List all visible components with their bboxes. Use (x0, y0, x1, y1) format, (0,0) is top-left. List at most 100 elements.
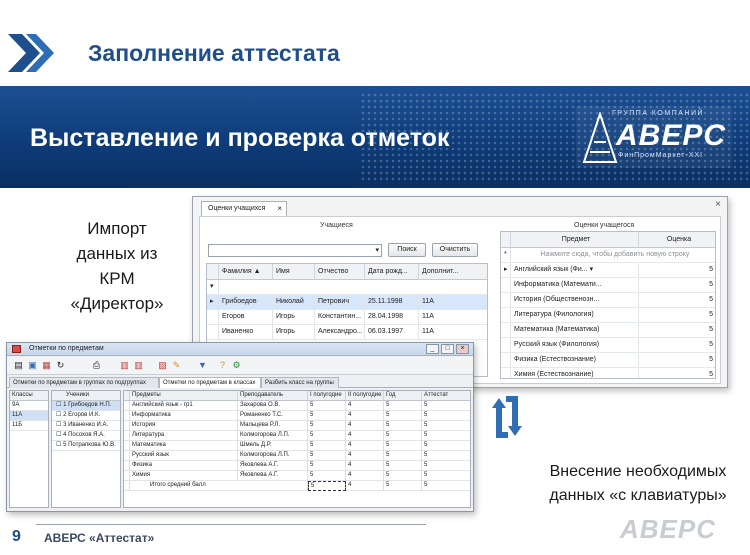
edit-icon[interactable]: ✎ (171, 360, 182, 371)
table-cell[interactable]: 5 (384, 451, 422, 461)
table-cell[interactable]: 5 (384, 461, 422, 471)
table-cell[interactable]: 5 (384, 441, 422, 451)
table-cell[interactable]: 4 (346, 411, 384, 421)
grid-icon[interactable]: ▥ (119, 360, 130, 371)
list-item[interactable]: 11Б (10, 421, 48, 431)
table-cell[interactable]: 5 (639, 338, 715, 353)
column-header[interactable]: Имя (273, 264, 315, 280)
table-cell[interactable]: 5 (639, 353, 715, 368)
table-cell[interactable]: 5 (639, 278, 715, 293)
minimize-icon[interactable]: _ (426, 344, 439, 354)
list-item[interactable]: ☐ 4 Посохов Я.А. (52, 431, 120, 441)
table-cell[interactable]: 5 (384, 431, 422, 441)
table-cell[interactable]: Игорь (273, 325, 315, 340)
table-cell[interactable]: 25.11.1998 (365, 295, 419, 310)
table-cell[interactable]: 5 (422, 411, 470, 421)
table-cell[interactable]: 4 (346, 431, 384, 441)
list-item[interactable]: 11А (10, 411, 48, 421)
table-cell[interactable]: Игорь (273, 310, 315, 325)
column-header[interactable]: Преподаватель (238, 391, 308, 401)
table-cell[interactable]: 5 (639, 323, 715, 338)
search-button[interactable]: Поиск (388, 243, 426, 257)
column-header[interactable]: Фамилия ▲ (219, 264, 273, 280)
column-header[interactable]: Отчество (315, 264, 365, 280)
table-cell[interactable]: Литература (130, 431, 238, 441)
table-cell[interactable]: 5 (422, 451, 470, 461)
close-icon[interactable]: × (715, 199, 721, 210)
table-cell[interactable]: 5 (308, 431, 346, 441)
table-cell[interactable]: 4 (346, 441, 384, 451)
tab-classes[interactable]: Отметки по предметам в классах (159, 377, 261, 388)
table-cell[interactable]: Яковлева А.Г. (238, 461, 308, 471)
table-cell[interactable]: Романенко Т.С. (238, 411, 308, 421)
table-cell[interactable]: 5 (422, 461, 470, 471)
save-icon[interactable]: ▣ (27, 360, 38, 371)
column-header[interactable]: I полугодие (308, 391, 346, 401)
table-cell[interactable]: Русский язык (Филология) (511, 338, 639, 353)
table-cell[interactable]: 5 (639, 308, 715, 323)
tab-student-grades[interactable]: Оценки учащихся × (201, 201, 287, 216)
list-item[interactable]: 9А (10, 401, 48, 411)
column-header[interactable]: II полугодие (346, 391, 384, 401)
new-row-hint[interactable]: Нажмите сюда, чтобы добавить новую строк… (511, 248, 715, 263)
table-cell[interactable]: Физика (130, 461, 238, 471)
table-cell[interactable]: 5 (422, 471, 470, 481)
maximize-icon[interactable]: □ (441, 344, 454, 354)
close-icon[interactable]: × (456, 344, 469, 354)
table-cell[interactable]: Грибоедов (219, 295, 273, 310)
table-cell[interactable]: 5 (384, 411, 422, 421)
table-cell[interactable]: 5 (308, 451, 346, 461)
table-cell[interactable]: 06.03.1997 (365, 325, 419, 340)
table-cell[interactable]: Литература (Филология) (511, 308, 639, 323)
table-cell[interactable]: 5 (384, 421, 422, 431)
table-cell[interactable]: Иваненко (219, 325, 273, 340)
table-cell[interactable]: 5 (384, 471, 422, 481)
table-cell[interactable]: 11А (419, 325, 487, 340)
list-item[interactable]: ☐ 1 Грибоедов Н.П. (52, 401, 120, 411)
table-cell[interactable]: 11А (419, 295, 487, 310)
table-cell[interactable]: 11А (419, 310, 487, 325)
checkbox[interactable]: ☐ (56, 412, 61, 418)
column-header[interactable]: Оценка (639, 232, 715, 248)
table-cell[interactable]: Шмель Д.Р. (238, 441, 308, 451)
table-cell[interactable]: Химия (130, 471, 238, 481)
table-cell[interactable]: 5 (639, 293, 715, 308)
checkbox[interactable]: ☐ (56, 422, 61, 428)
table-cell[interactable]: 5 (308, 461, 346, 471)
tab-close-icon[interactable]: × (277, 204, 282, 213)
table-cell[interactable]: Информатика (130, 411, 238, 421)
checkbox[interactable]: ☐ (56, 432, 61, 438)
clear-button[interactable]: Очистить (432, 243, 478, 257)
summary-cell[interactable]: 5 (308, 481, 346, 491)
table-cell[interactable]: История (Общественозн... (511, 293, 639, 308)
column-header[interactable]: Дата рожд... (365, 264, 419, 280)
settings-icon[interactable]: ⚙ (231, 360, 242, 371)
column-header[interactable]: Предметы (130, 391, 238, 401)
table-cell[interactable]: 5 (639, 368, 715, 378)
list-item[interactable]: ☐ 5 Потрапкова Ю.В. (52, 441, 120, 451)
tab-groups[interactable]: Отметки по предметам в группах по подгру… (9, 377, 159, 388)
table-cell[interactable]: 28.04.1998 (365, 310, 419, 325)
table-cell[interactable]: История (130, 421, 238, 431)
table-cell[interactable]: 5 (639, 263, 715, 278)
table-cell[interactable]: Английский язык - гр1 (130, 401, 238, 411)
table-cell[interactable]: 5 (422, 401, 470, 411)
table-cell[interactable]: 4 (346, 461, 384, 471)
filter-icon[interactable]: ▼ (197, 360, 208, 371)
table-cell[interactable]: 5 (384, 401, 422, 411)
table-cell[interactable]: Математика (Математика) (511, 323, 639, 338)
table-cell[interactable]: 4 (346, 401, 384, 411)
table-cell[interactable]: Яковлева А.Г. (238, 471, 308, 481)
column-header[interactable]: Год (384, 391, 422, 401)
table-cell[interactable]: Физика (Естествознание) (511, 353, 639, 368)
table-cell[interactable]: 5 (422, 421, 470, 431)
new-icon[interactable]: ▤ (13, 360, 24, 371)
table-cell[interactable]: Колмогорова Л.П. (238, 431, 308, 441)
table-cell[interactable]: Егоров (219, 310, 273, 325)
filter-row[interactable] (219, 280, 487, 295)
table-cell[interactable]: Мальцева Р.Л. (238, 421, 308, 431)
table-cell[interactable]: Математика (130, 441, 238, 451)
table-cell[interactable]: 4 (346, 421, 384, 431)
grade-subject-combo[interactable]: Английский язык (Фи... ▾ (511, 263, 639, 278)
filter-icon[interactable]: ▾ (207, 280, 219, 295)
